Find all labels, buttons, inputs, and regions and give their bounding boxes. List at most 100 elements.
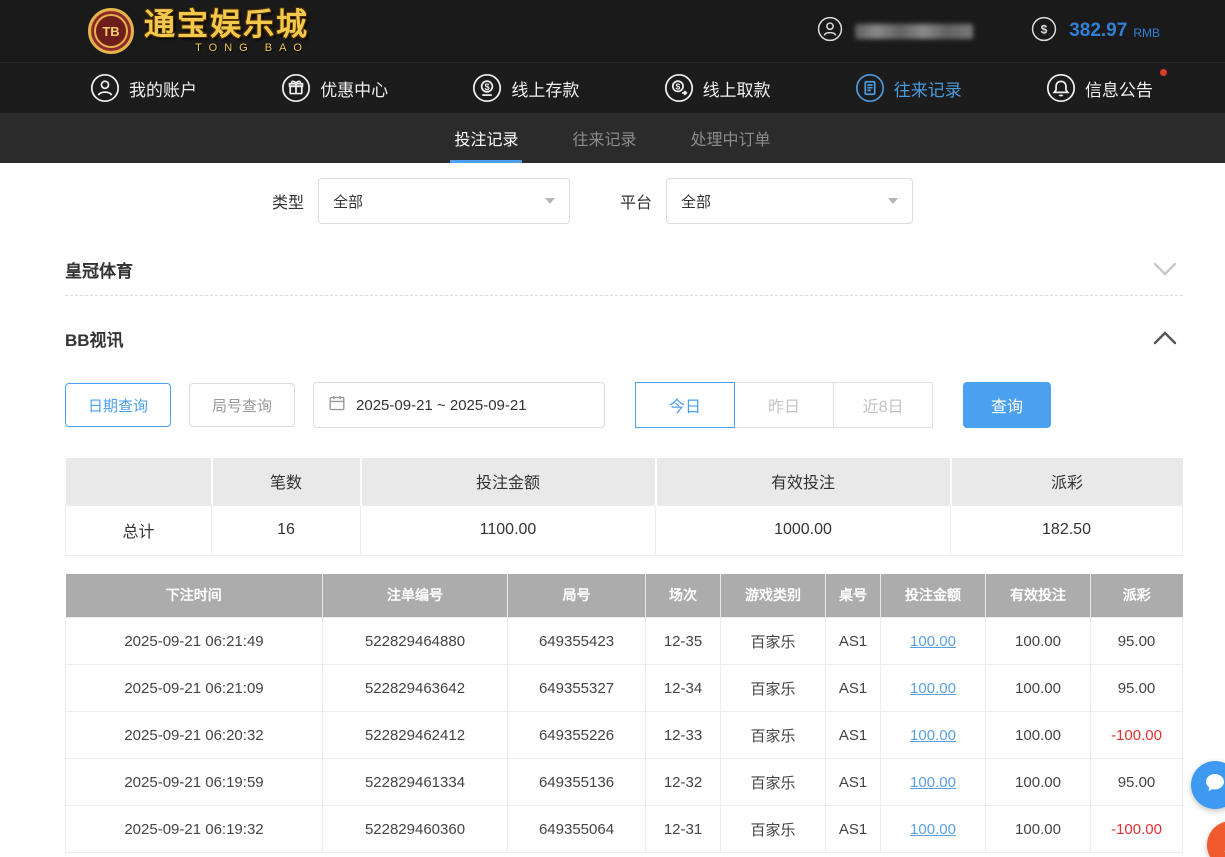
nav-item-my-account[interactable]: 我的账户 — [90, 73, 197, 103]
bet-id-cell: 522829463642 — [322, 664, 508, 712]
bell-icon — [1046, 73, 1076, 103]
user-icon — [90, 73, 120, 103]
user-avatar-icon — [817, 16, 843, 47]
floating-service-button[interactable] — [1191, 761, 1225, 809]
col-header-game-type: 游戏类别 — [720, 573, 826, 618]
svg-text:$: $ — [1041, 22, 1048, 36]
platform-filter-select[interactable]: 全部 — [666, 178, 914, 224]
table-row: 2025-09-21 06:19:32 522829460360 6493550… — [65, 805, 1183, 853]
round-query-button[interactable]: 局号查询 — [189, 383, 296, 427]
tab-transaction-records[interactable]: 往来记录 — [568, 113, 640, 163]
payout-cell: 95.00 — [1090, 664, 1183, 712]
date-range-value: 2025-09-21 ~ 2025-09-21 — [356, 396, 527, 414]
summary-header-bet-amount: 投注金额 — [360, 458, 657, 505]
summary-total-row: 总计 16 1100.00 1000.00 182.50 — [65, 504, 1183, 556]
bet-amount-link[interactable]: 100.00 — [910, 821, 956, 838]
table-no-cell: AS1 — [825, 711, 881, 759]
platform-filter-value: 全部 — [681, 193, 712, 211]
nav-item-announcements[interactable]: 信息公告 — [1046, 69, 1167, 103]
bet-amount-link[interactable]: 100.00 — [910, 680, 956, 697]
summary-payout-value: 182.50 — [950, 504, 1183, 556]
section-bb-video[interactable]: BB视讯 — [0, 312, 1225, 364]
query-bar: 日期查询 局号查询 2025-09-21 ~ 2025-09-21 今日 昨日 … — [0, 382, 1225, 428]
svg-text:$: $ — [485, 82, 490, 92]
nav-item-deposit[interactable]: $ 线上存款 — [472, 73, 579, 103]
type-filter-select[interactable]: 全部 — [318, 178, 571, 224]
bet-records-table: 下注时间 注单编号 局号 场次 游戏类别 桌号 投注金额 有效投注 派彩 202… — [65, 573, 1183, 853]
col-header-bet-id: 注单编号 — [322, 573, 508, 618]
tab-bet-records[interactable]: 投注记录 — [450, 113, 523, 163]
filter-row: 类型 全部 平台 全部 — [272, 177, 1225, 225]
site-logo[interactable]: TB 通宝娱乐城 TONG BAO — [88, 8, 309, 54]
logo-text: 通宝娱乐城 TONG BAO — [144, 9, 309, 54]
table-no-cell: AS1 — [825, 805, 881, 853]
col-header-round-id: 局号 — [507, 573, 646, 618]
round-id-cell: 649355226 — [507, 711, 646, 759]
bet-amount-link[interactable]: 100.00 — [910, 774, 956, 791]
chevron-down-icon[interactable] — [1153, 262, 1177, 276]
deposit-icon: $ — [472, 73, 502, 103]
round-id-cell: 649355327 — [507, 664, 646, 712]
nav-label: 优惠中心 — [320, 80, 389, 100]
nav-item-promotions[interactable]: 优惠中心 — [281, 73, 388, 103]
game-type-cell: 百家乐 — [720, 664, 826, 712]
table-no-cell: AS1 — [825, 758, 881, 806]
page-root: TB 通宝娱乐城 TONG BAO $ 382.97 RMB 我的账户 优惠中心… — [0, 0, 1225, 857]
table-no-cell: AS1 — [825, 617, 881, 665]
today-button[interactable]: 今日 — [635, 382, 736, 428]
summary-count-value: 16 — [211, 504, 361, 556]
session-cell: 12-31 — [645, 805, 721, 853]
nav-label: 信息公告 — [1084, 80, 1153, 100]
nav-label: 线上取款 — [702, 80, 771, 100]
valid-bet-cell: 100.00 — [985, 664, 1091, 712]
tab-pending-orders[interactable]: 处理中订单 — [687, 113, 775, 163]
nav-label: 往来记录 — [893, 80, 962, 100]
table-row: 2025-09-21 06:20:32 522829462412 6493552… — [65, 711, 1183, 759]
section-crown-sports[interactable]: 皇冠体育 — [0, 243, 1225, 295]
col-header-valid-bet: 有效投注 — [985, 573, 1091, 618]
table-row: 2025-09-21 06:21:49 522829464880 6493554… — [65, 617, 1183, 665]
username-masked[interactable] — [855, 23, 974, 39]
date-range-input[interactable]: 2025-09-21 ~ 2025-09-21 — [313, 382, 606, 428]
last-8-days-button[interactable]: 近8日 — [833, 382, 934, 428]
valid-bet-cell: 100.00 — [985, 805, 1091, 853]
nav-label: 线上存款 — [511, 80, 580, 100]
chevron-up-icon[interactable] — [1153, 331, 1177, 345]
coin-dollar-icon: $ — [1031, 16, 1057, 47]
game-type-cell: 百家乐 — [720, 805, 826, 853]
main-nav: 我的账户 优惠中心 $ 线上存款 $ 线上取款 往来记录 信息公告 — [0, 62, 1225, 113]
table-row: 2025-09-21 06:19:59 522829461334 6493551… — [65, 758, 1183, 806]
date-query-button[interactable]: 日期查询 — [65, 383, 172, 427]
floating-promo-button[interactable]: b — [1207, 821, 1225, 857]
summary-header-valid-bet: 有效投注 — [655, 458, 952, 505]
calendar-icon — [328, 394, 346, 416]
nav-item-transaction-records[interactable]: 往来记录 — [855, 73, 962, 103]
game-type-cell: 百家乐 — [720, 617, 826, 665]
bet-amount-link[interactable]: 100.00 — [910, 727, 956, 744]
summary-table: 笔数 投注金额 有效投注 派彩 总计 16 1100.00 1000.00 18… — [65, 458, 1183, 556]
records-tabbar: 投注记录 往来记录 处理中订单 — [0, 113, 1225, 163]
gift-icon — [281, 73, 311, 103]
bet-amount-cell: 100.00 — [880, 805, 986, 853]
nav-item-withdraw[interactable]: $ 线上取款 — [664, 73, 771, 103]
bet-amount-cell: 100.00 — [880, 711, 986, 759]
yesterday-button[interactable]: 昨日 — [734, 382, 835, 428]
notification-dot — [1159, 69, 1167, 76]
logo-chip-icon: TB — [88, 8, 134, 54]
time-cell: 2025-09-21 06:21:09 — [65, 664, 323, 712]
section-title-crown-sports: 皇冠体育 — [65, 261, 133, 281]
game-type-cell: 百家乐 — [720, 758, 826, 806]
search-button[interactable]: 查询 — [963, 382, 1052, 428]
summary-header-count: 笔数 — [211, 458, 362, 505]
summary-header-row: 笔数 投注金额 有效投注 派彩 — [65, 458, 1183, 505]
type-filter-value: 全部 — [333, 193, 364, 211]
summary-bet-amount-value: 1100.00 — [360, 504, 656, 556]
wallet-balance[interactable]: $ 382.97 RMB — [1031, 16, 1160, 47]
session-cell: 12-32 — [645, 758, 721, 806]
time-cell: 2025-09-21 06:20:32 — [65, 711, 323, 759]
bet-amount-cell: 100.00 — [880, 664, 986, 712]
bet-amount-link[interactable]: 100.00 — [910, 633, 956, 650]
withdraw-icon: $ — [664, 73, 694, 103]
platform-filter-label: 平台 — [620, 195, 653, 212]
col-header-payout: 派彩 — [1090, 573, 1183, 618]
